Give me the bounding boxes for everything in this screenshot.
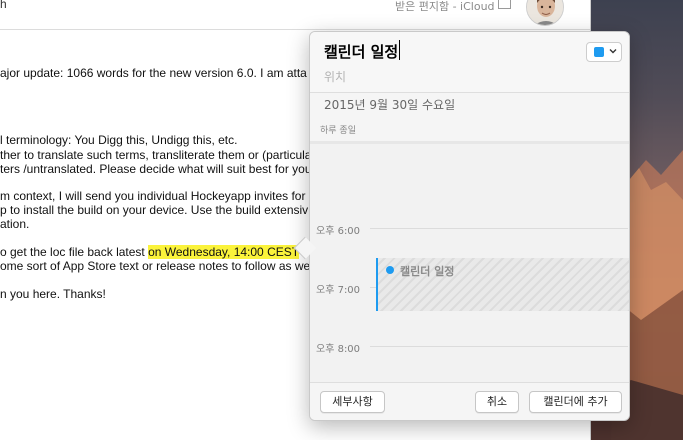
mail-body-line: n you here. Thanks! bbox=[0, 287, 106, 301]
mail-body-line: ome sort of App Store text or release no… bbox=[0, 259, 311, 273]
event-title-field[interactable]: 캘린더 일정 bbox=[324, 41, 398, 62]
event-block[interactable]: 캘린더 일정 bbox=[376, 258, 629, 311]
hour-line bbox=[370, 228, 628, 229]
popover-header: 캘린더 일정 위치 bbox=[310, 32, 629, 92]
add-to-calendar-button[interactable]: 캘린더에 추가 bbox=[529, 391, 622, 413]
mail-body-line: ation. bbox=[0, 217, 30, 231]
event-block-label: 캘린더 일정 bbox=[400, 265, 455, 278]
mail-body-line: m context, I will send you individual Ho… bbox=[0, 189, 306, 203]
event-date[interactable]: 2015년 9월 30일 수요일 bbox=[324, 96, 455, 113]
text-cursor bbox=[399, 40, 400, 60]
avatar bbox=[526, 0, 564, 26]
event-color-dot bbox=[386, 266, 394, 274]
mail-body-line: ajor update: 1066 words for the new vers… bbox=[0, 66, 307, 80]
calendar-color-picker[interactable] bbox=[586, 42, 622, 62]
sender-name: h bbox=[0, 0, 7, 11]
mail-header: h 받은 편지함 - iCloud bbox=[0, 0, 590, 30]
hour-label: 오후 6:00 bbox=[316, 226, 361, 237]
hour-line bbox=[370, 346, 628, 347]
calendar-color-swatch bbox=[594, 47, 604, 57]
avatar-image bbox=[527, 0, 563, 25]
mail-body-line: ters /untranslated. Please decide what w… bbox=[0, 162, 312, 176]
mail-body-line: o get the loc file back latest on Wednes… bbox=[0, 245, 300, 259]
details-button[interactable]: 세부사항 bbox=[320, 391, 385, 413]
chevron-down-icon bbox=[609, 49, 617, 54]
calendar-event-popover: 캘린더 일정 위치 2015년 9월 30일 수요일 하루 종일 오후 6:00… bbox=[309, 31, 630, 421]
all-day-label: 하루 종일 bbox=[320, 126, 356, 136]
hour-label: 오후 7:00 bbox=[316, 285, 361, 296]
mail-body-text: o get the loc file back latest bbox=[0, 245, 149, 259]
mailbox-label: 받은 편지함 - iCloud bbox=[395, 0, 495, 13]
hour-label: 오후 8:00 bbox=[316, 344, 361, 355]
attachment-icon[interactable] bbox=[498, 0, 511, 9]
mail-body-line: l terminology: You Digg this, Undigg thi… bbox=[0, 133, 238, 147]
location-field[interactable]: 위치 bbox=[324, 68, 346, 85]
detected-date-link[interactable]: on Wednesday, 14:00 CEST bbox=[148, 245, 300, 259]
divider bbox=[310, 92, 629, 93]
cancel-button[interactable]: 취소 bbox=[475, 391, 519, 413]
mail-body-line: ther to translate such terms, transliter… bbox=[0, 148, 312, 162]
popover-footer: 세부사항 취소 캘린더에 추가 bbox=[310, 382, 629, 420]
mail-body-line: p to install the build on your device. U… bbox=[0, 203, 309, 217]
day-time-grid: 오후 6:00 오후 7:00 오후 8:00 캘린더 일정 bbox=[310, 144, 629, 382]
